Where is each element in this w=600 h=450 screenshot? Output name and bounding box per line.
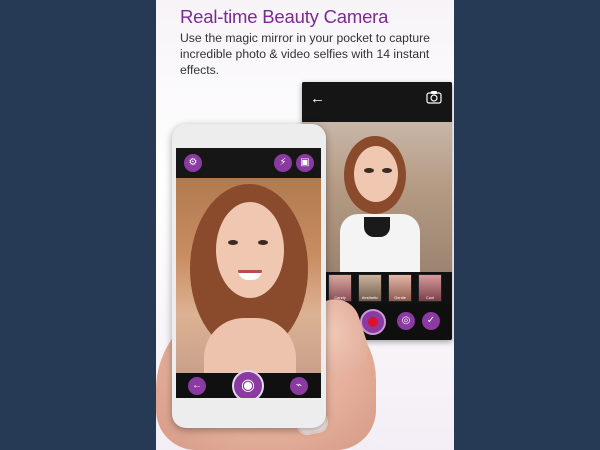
flash-icon[interactable]: ⚡ [274,154,292,172]
description: Use the magic mirror in your pocket to c… [180,31,430,77]
check-icon[interactable]: ✓ [422,312,440,330]
filter-thumb[interactable]: Cool [418,274,442,302]
shutter-button[interactable]: ◉ [232,370,264,398]
camera-effects-icon[interactable]: ◎ [397,312,415,330]
arrow-left-icon[interactable]: ← [310,90,328,108]
back-arrow-icon[interactable]: ← [188,377,206,395]
filter-thumb[interactable]: Gentle [388,274,412,302]
record-button[interactable] [360,309,386,335]
headline: Real-time Beauty Camera [180,6,389,27]
camera-switch-icon[interactable]: ⌁ [290,377,308,395]
front-phone-screen: ⚙ ⚡ ▣ ← ◉ ⌁ [176,148,321,398]
filter-thumbnails: Candy Aesthetic Gentle Cool [326,272,452,304]
app-promo-page: Real-time Beauty Camera Use the magic mi… [156,0,454,450]
camera-switch-icon[interactable] [426,90,442,104]
settings-icon[interactable]: ⚙ [184,154,202,172]
filter-thumb[interactable]: Aesthetic [358,274,382,302]
mode-icon[interactable]: ▣ [296,154,314,172]
filter-thumb[interactable]: Candy [328,274,352,302]
front-photo [176,178,321,373]
